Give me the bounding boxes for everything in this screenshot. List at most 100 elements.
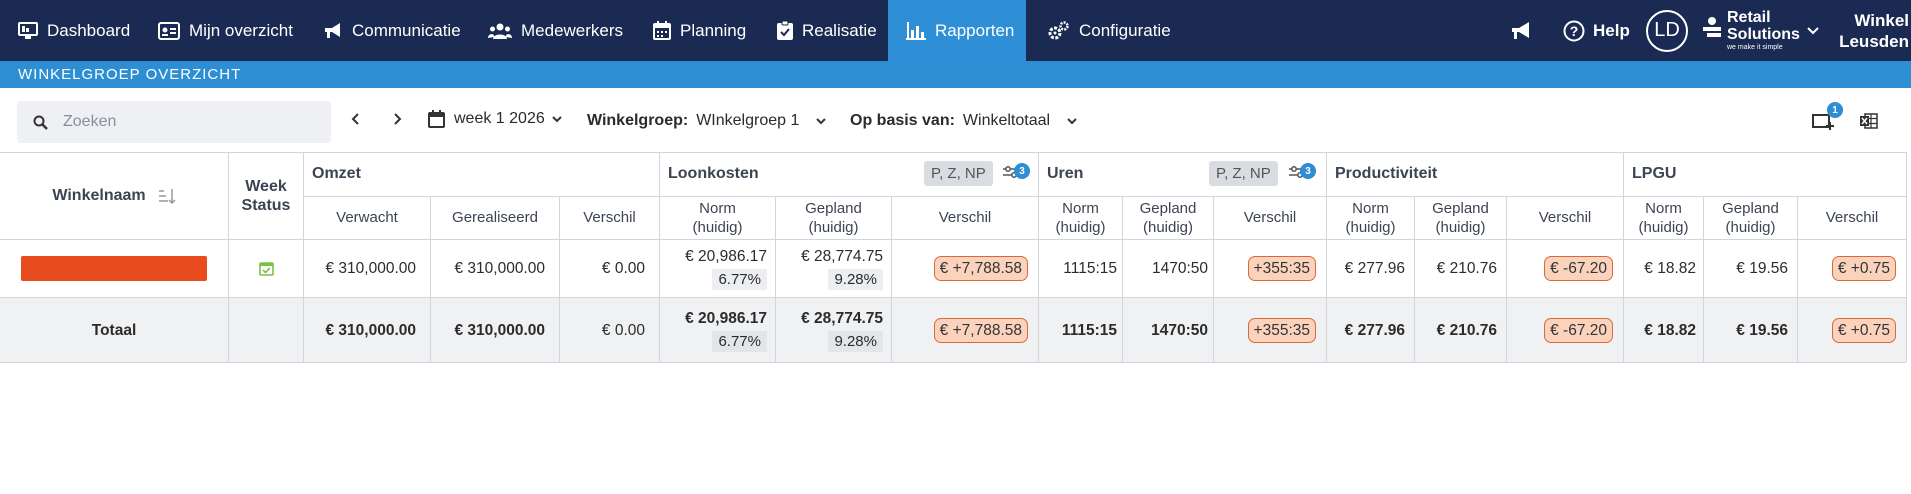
total-loonkosten-gepland-value: € 28,774.75 — [801, 309, 883, 327]
nav-communicatie[interactable]: Communicatie — [323, 0, 461, 61]
filter-button[interactable]: 3 — [1002, 163, 1030, 184]
nav-planning-label: Planning — [680, 20, 747, 40]
excel-icon — [1860, 113, 1878, 129]
export-excel-button[interactable] — [1860, 113, 1878, 129]
week-picker[interactable]: week 1 2026 — [428, 110, 563, 128]
nav-configuratie-label: Configuratie — [1079, 20, 1171, 40]
table-row-store-name[interactable] — [0, 240, 228, 297]
compare-button[interactable]: 1 — [1812, 102, 1843, 130]
winkelgroep-label: Winkelgroep: — [587, 112, 689, 129]
subheader-gepland: Gepland (huidig) — [776, 196, 891, 239]
brand-line1: Retail — [1727, 9, 1771, 26]
announcements-button[interactable] — [1510, 0, 1532, 61]
nav-realisatie-label: Realisatie — [802, 20, 877, 40]
subheader-norm-line2: (huidig) — [1638, 218, 1689, 236]
difference-pill: +355:35 — [1247, 256, 1316, 281]
nav-dashboard[interactable]: Dashboard — [18, 0, 130, 61]
basis-select[interactable]: Op basis van: Winkeltotaal — [850, 112, 1078, 130]
top-navigation: Dashboard Mijn overzicht Communicatie Me… — [0, 0, 1911, 61]
loonkosten-gepland-value: € 28,774.75 — [801, 248, 883, 265]
filter-button[interactable]: 3 — [1288, 163, 1316, 184]
week-status-header: Week Status — [229, 152, 303, 239]
calendar-icon — [428, 110, 445, 128]
loonkosten-norm-pct: 6.77% — [712, 269, 767, 290]
subheader-gepland-line2: (huidig) — [1142, 218, 1194, 236]
nav-planning[interactable]: Planning — [653, 0, 746, 61]
search-input[interactable] — [61, 112, 315, 132]
report-table: Winkelnaam Week Status Omzet Loonkosten … — [0, 152, 1907, 363]
subheader-norm: Norm (huidig) — [660, 196, 775, 239]
loonkosten-verschil-cell: € +7,788.58 — [892, 240, 1038, 297]
brand-tagline: we make it simple — [1727, 44, 1783, 51]
gears-icon — [1048, 20, 1069, 39]
difference-pill: +355:35 — [1247, 317, 1316, 343]
winkelgroep-value: WInkelgroep 1 — [696, 112, 800, 129]
svg-text:?: ? — [1570, 23, 1579, 39]
id-card-icon — [158, 21, 180, 40]
filter-chip[interactable]: P, Z, NP — [1209, 161, 1278, 186]
lpgu-gepland-cell: € 19.56 — [1736, 260, 1788, 277]
notification-badge: 1 — [1827, 102, 1843, 118]
uren-gepland-cell: 1470:50 — [1151, 260, 1208, 277]
subheader-norm-line1: Norm — [1352, 199, 1389, 217]
total-loonkosten-gepland: € 28,774.75 9.28% — [776, 298, 891, 362]
nav-configuratie[interactable]: Configuratie — [1048, 0, 1171, 61]
store-line1: Winkel — [1854, 10, 1909, 30]
nav-medewerkers[interactable]: Medewerkers — [488, 0, 623, 61]
chevron-down-icon — [1067, 118, 1077, 125]
week-label: week 1 2026 — [454, 110, 545, 127]
nav-mijn-overzicht[interactable]: Mijn overzicht — [158, 0, 293, 61]
nav-communicatie-label: Communicatie — [352, 20, 461, 40]
group-loonkosten: Loonkosten P, Z, NP 3 — [660, 152, 1038, 196]
total-lpgu-verschil: € +0.75 — [1798, 298, 1906, 362]
subheader-gepland-line1: Gepland — [1139, 199, 1197, 217]
omzet-gerealiseerd-cell: € 310,000.00 — [454, 260, 545, 277]
week-status-cell[interactable] — [229, 240, 303, 297]
help-button[interactable]: ? Help — [1563, 0, 1630, 61]
search-box[interactable] — [17, 101, 331, 143]
omzet-verschil-cell: € 0.00 — [601, 260, 645, 277]
uren-verschil-cell: +355:35 — [1214, 240, 1326, 297]
group-uren-label: Uren — [1047, 165, 1084, 182]
group-productiviteit: Productiviteit — [1327, 152, 1437, 196]
winkelgroep-select[interactable]: Winkelgroep: WInkelgroep 1 — [587, 112, 827, 130]
difference-pill: € -67.20 — [1544, 256, 1613, 281]
loonkosten-norm-value: € 20,986.17 — [685, 248, 767, 265]
loonkosten-gepland-pct: 9.28% — [828, 269, 883, 290]
subheader-norm-line2: (huidig) — [1345, 218, 1396, 236]
difference-pill: € +7,788.58 — [933, 317, 1028, 343]
store-selector[interactable]: Winkel Leusden — [1806, 0, 1909, 61]
total-prod-norm: € 277.96 — [1344, 321, 1405, 339]
calendar-check-icon — [258, 262, 274, 276]
filter-chip[interactable]: P, Z, NP — [924, 161, 993, 186]
chevron-down-icon — [816, 118, 827, 125]
total-label: Totaal — [91, 321, 137, 339]
nav-realisatie[interactable]: Realisatie — [777, 0, 877, 61]
subheader-gepland-line2: (huidig) — [1725, 218, 1776, 236]
difference-pill: € +0.75 — [1831, 317, 1896, 343]
total-omzet-verschil: € 0.00 — [601, 321, 645, 339]
users-icon — [488, 23, 512, 39]
subheader-gerealiseerd: Gerealiseerd — [452, 209, 538, 226]
user-menu[interactable]: LD — [1646, 0, 1688, 61]
winkelnaam-header-label: Winkelnaam — [52, 187, 146, 204]
prod-verschil-cell: € -67.20 — [1507, 240, 1623, 297]
total-loonkosten-norm-pct: 6.77% — [712, 330, 767, 352]
total-prod-verschil: € -67.20 — [1507, 298, 1623, 362]
prev-week-button[interactable] — [350, 112, 362, 126]
group-uren: Uren P, Z, NP 3 — [1039, 152, 1326, 196]
subheader-gepland: Gepland (huidig) — [1123, 196, 1213, 239]
next-week-button[interactable] — [391, 112, 403, 126]
sort-icon — [158, 188, 176, 204]
subheader-norm: Norm (huidig) — [1624, 196, 1703, 239]
brand-line2: Solutions — [1727, 26, 1800, 43]
winkelnaam-header[interactable]: Winkelnaam — [0, 152, 228, 239]
loonkosten-norm-cell: € 20,986.17 6.77% — [660, 240, 775, 297]
nav-rapporten[interactable]: Rapporten — [888, 0, 1026, 61]
subheader-gepland-line1: Gepland — [1432, 199, 1489, 217]
subheader-gepland-line2: (huidig) — [1435, 218, 1486, 236]
total-uren-gepland: 1470:50 — [1151, 321, 1208, 339]
page-title: WINKELGROEP OVERZICHT — [0, 61, 1911, 88]
week-header-label: Week — [245, 177, 287, 195]
total-loonkosten-norm: € 20,986.17 6.77% — [660, 298, 775, 362]
